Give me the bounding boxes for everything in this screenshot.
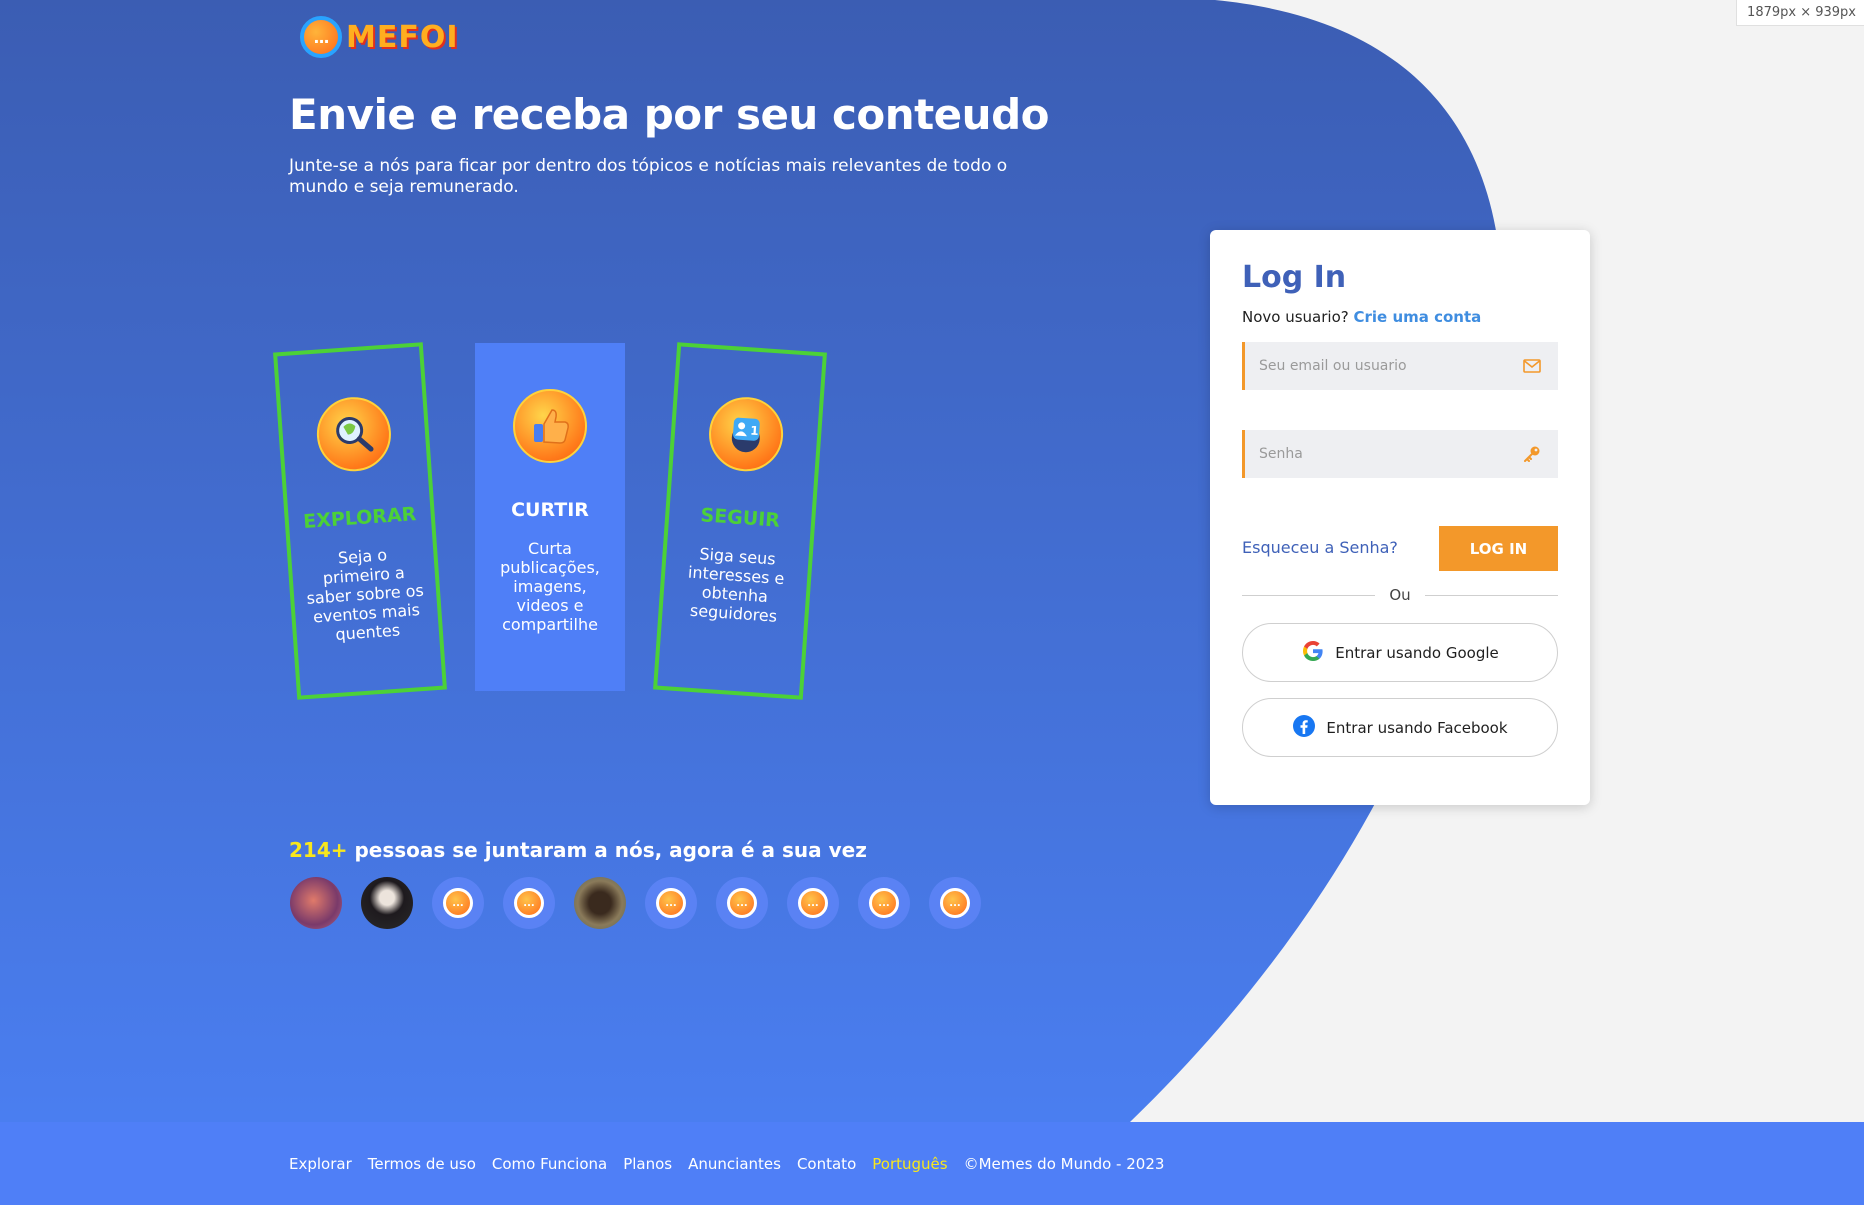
- new-user-prompt: Novo usuario? Crie uma conta: [1242, 308, 1481, 326]
- divider-line: [1242, 594, 1376, 596]
- avatar[interactable]: ...: [858, 877, 910, 929]
- footer-link-contato[interactable]: Contato: [797, 1155, 856, 1173]
- feature-description: Curta publicações, imagens, videos e com…: [500, 539, 600, 634]
- new-user-label: Novo usuario?: [1242, 308, 1349, 326]
- feature-description: Seja o primeiro a saber sobre os eventos…: [305, 545, 425, 644]
- page-headline: Envie e receba por seu conteudo: [289, 90, 1049, 139]
- default-avatar-icon: ...: [798, 888, 828, 918]
- key-icon: [1522, 444, 1542, 464]
- facebook-login-button[interactable]: Entrar usando Facebook: [1242, 698, 1558, 757]
- email-field[interactable]: [1242, 342, 1558, 390]
- feature-card-seguir[interactable]: 1 SEGUIR Siga seus interesses e obtenha …: [653, 342, 827, 700]
- brand-logo[interactable]: ... MEFOI: [300, 16, 459, 58]
- magnifier-globe-icon: [314, 394, 394, 474]
- google-login-button[interactable]: Entrar usando Google: [1242, 623, 1558, 682]
- logo-text: MEFOI: [346, 19, 459, 55]
- forgot-password-link[interactable]: Esqueceu a Senha?: [1242, 538, 1398, 557]
- avatar[interactable]: ...: [645, 877, 697, 929]
- feature-card-curtir[interactable]: CURTIR Curta publicações, imagens, video…: [475, 343, 625, 691]
- svg-text:1: 1: [750, 424, 759, 439]
- default-avatar-icon: ...: [940, 888, 970, 918]
- email-input[interactable]: [1259, 358, 1522, 374]
- community-count: 214+: [289, 838, 348, 862]
- google-login-label: Entrar usando Google: [1335, 643, 1499, 662]
- footer-link-planos[interactable]: Planos: [623, 1155, 672, 1173]
- avatar[interactable]: [290, 877, 342, 929]
- avatar[interactable]: [361, 877, 413, 929]
- password-field[interactable]: [1242, 430, 1558, 478]
- google-icon: [1301, 639, 1325, 667]
- default-avatar-icon: ...: [443, 888, 473, 918]
- language-selector[interactable]: Português: [872, 1155, 947, 1173]
- feature-title: SEGUIR: [699, 504, 781, 532]
- footer-copyright: ©Memes do Mundo - 2023: [963, 1154, 1165, 1173]
- facebook-icon: [1292, 714, 1316, 742]
- password-input[interactable]: [1259, 446, 1522, 462]
- login-card: Log In Novo usuario? Crie uma conta Esqu…: [1210, 230, 1590, 805]
- divider-line: [1424, 594, 1559, 596]
- community-message: pessoas se juntaram a nós, agora é a sua…: [347, 838, 867, 862]
- footer-link-termos[interactable]: Termos de uso: [368, 1155, 476, 1173]
- avatar[interactable]: ...: [503, 877, 555, 929]
- or-divider: Ou: [1242, 586, 1559, 604]
- facebook-login-label: Entrar usando Facebook: [1326, 718, 1508, 737]
- envelope-icon: [1522, 356, 1542, 376]
- followers-icon: 1: [706, 394, 786, 474]
- default-avatar-icon: ...: [656, 888, 686, 918]
- feature-description: Siga seus interesses e obtenha seguidore…: [687, 544, 786, 626]
- default-avatar-icon: ...: [869, 888, 899, 918]
- page-subheadline: Junte-se a nós para ficar por dentro dos…: [289, 156, 1008, 197]
- feature-title: CURTIR: [511, 499, 589, 521]
- avatar[interactable]: ...: [787, 877, 839, 929]
- logo-glyph: ...: [313, 27, 329, 47]
- screen-size-badge: 1879px × 939px: [1736, 0, 1864, 26]
- create-account-link[interactable]: Crie uma conta: [1354, 308, 1482, 326]
- footer-link-explorar[interactable]: Explorar: [289, 1155, 352, 1173]
- feature-title: EXPLORAR: [302, 503, 417, 533]
- avatar[interactable]: ...: [929, 877, 981, 929]
- default-avatar-icon: ...: [514, 888, 544, 918]
- footer-link-como-funciona[interactable]: Como Funciona: [492, 1155, 607, 1173]
- avatar[interactable]: [574, 877, 626, 929]
- login-button[interactable]: LOG IN: [1439, 526, 1558, 571]
- footer: Explorar Termos de uso Como Funciona Pla…: [0, 1122, 1864, 1205]
- login-title: Log In: [1242, 260, 1347, 295]
- community-avatars: ... ... ... ... ... ... ...: [290, 877, 981, 929]
- or-label: Ou: [1389, 586, 1411, 604]
- default-avatar-icon: ...: [727, 888, 757, 918]
- feature-card-explorar[interactable]: EXPLORAR Seja o primeiro a saber sobre o…: [273, 342, 447, 700]
- avatar[interactable]: ...: [716, 877, 768, 929]
- chat-bubble-logo-icon: ...: [300, 16, 342, 58]
- thumbs-up-icon: [513, 389, 587, 463]
- footer-link-anunciantes[interactable]: Anunciantes: [688, 1155, 781, 1173]
- community-join-text: 214+ pessoas se juntaram a nós, agora é …: [289, 838, 867, 862]
- avatar[interactable]: ...: [432, 877, 484, 929]
